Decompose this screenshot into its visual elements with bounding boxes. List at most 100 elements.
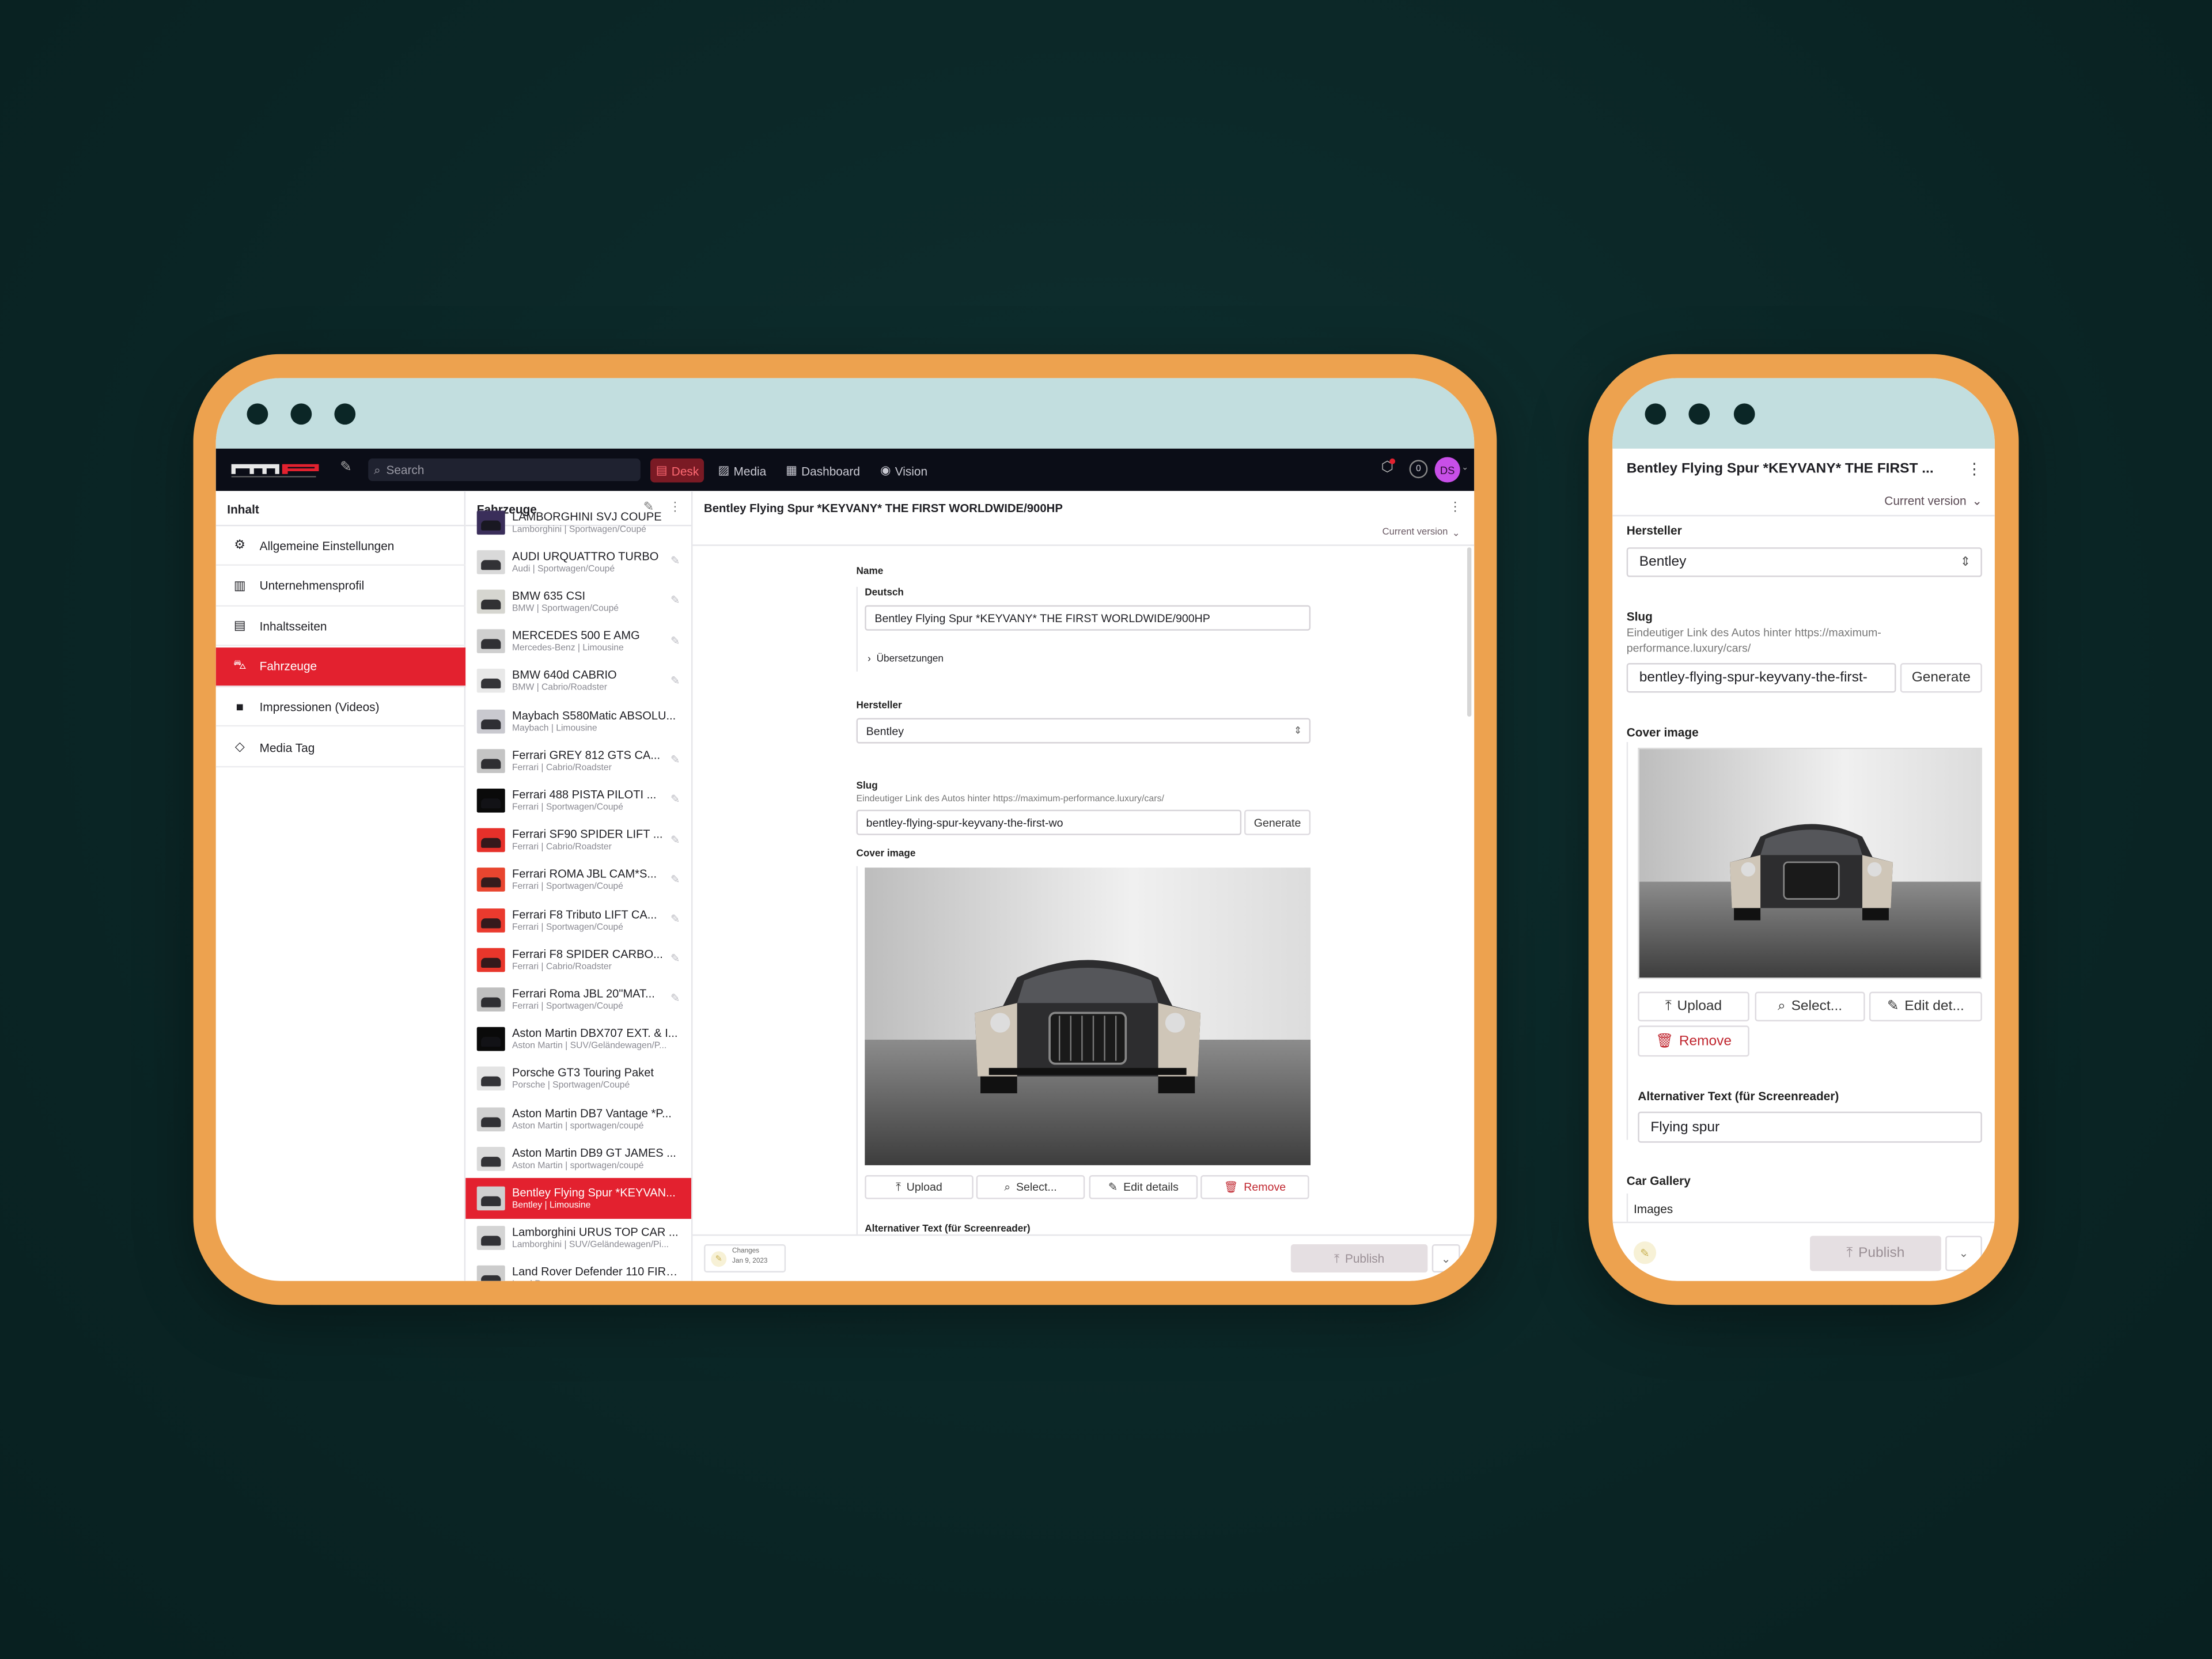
pencil-icon[interactable]: ✎ [671,634,680,647]
car-photo [1730,824,1893,921]
pencil-icon[interactable]: ✎ [671,833,680,846]
manufacturer-select[interactable]: Bentley ⇕ [856,718,1311,744]
publish-button[interactable]: ⤒ Publish [1810,1236,1941,1271]
pencil-icon[interactable]: ✎ [671,993,680,1005]
pencil-icon[interactable]: ✎ [671,674,680,687]
list-item[interactable]: Ferrari Roma JBL 20"MAT... Ferrari | Spor… [465,980,691,1020]
more-icon[interactable]: ⋮ [1449,499,1461,515]
window-dot[interactable] [290,403,312,425]
pencil-icon[interactable]: ✎ [671,793,680,806]
list-item[interactable]: Aston Martin DB9 GT JAMES ... Aston Marti… [465,1139,691,1179]
window-dot[interactable] [1688,403,1710,425]
select-button[interactable]: ⌕ Select... [1755,991,1865,1022]
alt-text-label: Alternativer Text (für Screenreader) [1638,1089,1839,1104]
upload-button[interactable]: ⤒ Upload [865,1175,974,1199]
sidebar-item-fahrzeuge[interactable]: ⛍ Fahrzeuge [215,647,466,687]
list-item[interactable]: BMW 635 CSI BMW | Sportwagen/Coupé ✎ [465,582,691,622]
tab-vision[interactable]: ◉ Vision [874,459,933,483]
changes-badge[interactable]: ✎ Changes Jan 9, 2023 [704,1244,786,1272]
list-item[interactable]: Ferrari F8 SPIDER CARBO... Ferrari | Cabr… [465,940,691,979]
vehicle-title: Ferrari GREY 812 GTS CA... [512,748,661,762]
list-item[interactable]: Ferrari F8 Tributo LIFT CA... Ferrari | S… [465,900,691,940]
vehicle-thumbnail [476,1146,505,1171]
vehicle-subtitle: Ferrari | Cabrio/Roadster [512,763,612,773]
slug-input[interactable]: bentley-flying-spur-keyvany-the-first-wo [856,809,1242,835]
edit-details-button[interactable]: ✎ Edit details [1089,1175,1198,1199]
list-item[interactable]: Aston Martin DBX707 EXT. & I... Aston Mar… [465,1020,691,1059]
more-icon[interactable]: ⋮ [1967,460,1982,478]
list-item[interactable]: BMW 640d CABRIO BMW | Cabrio/Roadster ✎ [465,661,691,701]
publish-menu-button[interactable]: ⌄ [1945,1236,1982,1271]
sidebar-item-unternehmensprofil[interactable]: ▥ Unternehmensprofil [215,567,466,607]
list-item[interactable]: Ferrari GREY 812 GTS CA... Ferrari | Cabr… [465,741,691,781]
sidebar-item-label: Media Tag [259,740,315,754]
tab-desk[interactable]: ▤ Desk [650,458,705,483]
remove-button[interactable]: 🗑 Remove [1200,1175,1309,1199]
publish-menu-button[interactable]: ⌄ [1431,1244,1460,1272]
package-icon[interactable]: ⬡ [1381,458,1396,475]
list-item[interactable]: Land Rover Defender 110 FIRS...Land Rove… [465,1258,691,1281]
window-dot[interactable] [1645,403,1666,425]
pencil-icon[interactable]: ✎ [671,913,680,926]
list-item[interactable]: Porsche GT3 Touring Paket Porsche | Sport… [465,1059,691,1099]
version-select[interactable]: Current version ⌄ [1884,494,1982,509]
pencil-icon[interactable]: ✎ [671,953,680,965]
edit-details-button[interactable]: ✎ Edit det... [1869,991,1982,1022]
sidebar-item-inhaltsseiten[interactable]: ▤ Inhaltsseiten [215,607,466,647]
avatar[interactable]: DS [1434,457,1460,483]
vehicle-thumbnail [476,1027,505,1051]
list-item[interactable]: Maybach S580Matic ABSOLU... Maybach | Lim… [465,701,691,741]
translations-toggle[interactable]: › Übersetzungen [868,654,944,664]
pencil-icon[interactable]: ✎ [671,555,680,567]
pencil-icon[interactable]: ✎ [671,873,680,885]
window-dot[interactable] [1733,403,1755,425]
vehicle-title: Ferrari F8 SPIDER CARBO... [512,948,663,961]
list-item[interactable]: Ferrari 488 PISTA PILOTI ... Ferrari | Sp… [465,781,691,820]
list-item[interactable]: LAMBORGHINI SVJ COUPE Lamborghini | Sport… [465,502,691,542]
list-item[interactable]: AUDI URQUATTRO TURBO Audi | Sportwagen/Co… [465,542,691,582]
pencil-icon[interactable]: ✎ [671,594,680,607]
chevron-down-icon[interactable]: ⌄ [1461,463,1468,473]
list-item[interactable]: Lamborghini URUS TOP CAR ... Lamborghini … [465,1218,691,1258]
slug-input[interactable]: bentley-flying-spur-keyvany-the-first- [1626,663,1896,693]
pencil-icon[interactable]: ✎ [671,753,680,766]
cover-image[interactable] [1638,747,1982,979]
select-button[interactable]: ⌕ Select... [976,1175,1085,1199]
upload-button[interactable]: ⤒ Upload [1638,991,1749,1022]
compose-icon[interactable]: ✎ [340,460,352,475]
remove-button[interactable]: 🗑 Remove [1638,1025,1749,1057]
window-dot[interactable] [334,403,356,425]
sidebar-item-impressionen-videos[interactable]: ■ Impressionen (Videos) [215,688,466,728]
tab-media[interactable]: ▨ Media [713,459,772,483]
pencil-icon[interactable]: ✎ [1633,1241,1657,1264]
vehicle-title: Ferrari 488 PISTA PILOTI ... [512,788,657,801]
list-item[interactable]: Aston Martin DB7 Vantage *P... Aston Mart… [465,1099,691,1139]
slug-label: Slug [1626,609,1653,624]
slug-help: Eindeutiger Link des Autos hinter https:… [856,794,1164,804]
list-item[interactable]: Bentley Flying Spur *KEYVAN... Bentley | … [465,1178,692,1218]
sidebar-item-label: Impressionen (Videos) [259,699,380,714]
sidebar-item-media-tag[interactable]: ◇ Media Tag [215,728,466,768]
version-select[interactable]: Current version ⌄ [1382,528,1460,539]
vehicle-thumbnail [476,908,505,932]
notifications-badge[interactable]: 0 [1409,460,1428,479]
alt-text-input[interactable]: Flying spur [1638,1111,1982,1143]
list-item[interactable]: Ferrari SF90 SPIDER LIFT ... Ferrari | Ca… [465,820,691,860]
sidebar-item-label: Unternehmensprofil [259,578,365,593]
name-input[interactable]: Bentley Flying Spur *KEYVANY* THE FIRST … [865,605,1311,631]
scrollbar[interactable] [1467,547,1472,717]
sidebar-item-allgemeine-einstellungen[interactable]: ⚙ Allgemeine Einstellungen [215,526,466,566]
logo[interactable] [230,461,320,478]
manufacturer-select[interactable]: Bentley ⇕ [1626,547,1982,577]
generate-button[interactable]: Generate [1244,809,1311,835]
window-dot[interactable] [247,403,268,425]
trash-icon: 🗑 [1224,1180,1238,1194]
tab-dashboard[interactable]: ▦ Dashboard [780,459,865,483]
search-input[interactable]: ⌕ Search [368,458,641,482]
publish-button[interactable]: ⤒ Publish [1290,1244,1428,1272]
list-item[interactable]: Ferrari ROMA JBL CAM*S... Ferrari | Sport… [465,860,691,900]
generate-button[interactable]: Generate [1900,663,1982,693]
vehicle-title: Ferrari F8 Tributo LIFT CA... [512,908,657,921]
cover-image[interactable] [865,868,1311,1165]
list-item[interactable]: MERCEDES 500 E AMG Mercedes-Benz | Limous… [465,622,691,661]
